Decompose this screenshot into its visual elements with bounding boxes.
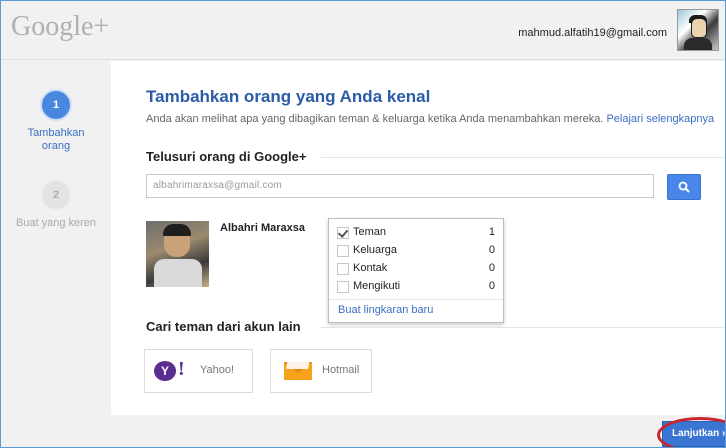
page-title: Tambahkan orang yang Anda kenal	[146, 87, 431, 106]
circle-count: 0	[488, 280, 495, 292]
main-card: Tambahkan orang yang Anda kenal Anda aka…	[111, 61, 725, 415]
circle-option-keluarga[interactable]: Keluarga 0	[337, 243, 497, 259]
circle-option-teman[interactable]: Teman 1	[337, 225, 497, 241]
person-photo[interactable]	[146, 221, 209, 287]
person-name[interactable]: Albahri Maraxsa	[220, 222, 305, 234]
other-accounts-heading: Cari teman dari akun lain	[146, 319, 301, 334]
step-label: Tambahkan orang	[27, 127, 85, 152]
circle-count: 0	[488, 262, 495, 274]
section-divider	[321, 327, 725, 328]
learn-more-link[interactable]: Pelajari selengkapnya	[606, 113, 714, 125]
google-plus-logo[interactable]: Google+	[11, 11, 109, 43]
checkbox-checked[interactable]	[337, 227, 349, 239]
step-label: Buat yang keren	[15, 217, 97, 229]
new-circle-link[interactable]: Buat lingkaran baru	[338, 304, 433, 316]
photo-shoulders	[154, 259, 202, 287]
yahoo-icon: Y !	[154, 358, 188, 381]
circle-count: 0	[488, 244, 495, 256]
circle-label: Keluarga	[353, 244, 398, 256]
circle-option-kontak[interactable]: Kontak 0	[337, 261, 497, 277]
checkbox[interactable]	[337, 281, 349, 293]
circles-dropdown: Teman 1 Keluarga 0 Kontak 0 Mengikuti 0 …	[328, 218, 504, 323]
photo-hair	[163, 224, 191, 236]
search-heading: Telusuri orang di Google+	[146, 149, 307, 164]
wizard-steps: 1 Tambahkan orang 2 Buat yang keren	[1, 61, 111, 447]
search-input-value: albahrimaraxsa@gmail.com	[153, 180, 282, 191]
yahoo-label: Yahoo!	[200, 364, 235, 376]
step-make-cool[interactable]: 2 Buat yang keren	[1, 179, 111, 230]
checkbox[interactable]	[337, 263, 349, 275]
search-icon	[678, 181, 690, 193]
page-subtitle: Anda akan melihat apa yang dibagikan tem…	[146, 113, 714, 125]
circle-label: Teman	[353, 226, 387, 238]
checkbox[interactable]	[337, 245, 349, 257]
search-button[interactable]	[667, 174, 701, 200]
hotmail-button[interactable]: Hotmail	[270, 349, 372, 393]
top-bar: Google+ mahmud.alfatih19@gmail.com	[1, 1, 725, 60]
avatar-face	[691, 18, 707, 38]
step-number: 1	[40, 89, 72, 121]
envelope-icon	[284, 362, 312, 380]
circle-option-mengikuti[interactable]: Mengikuti 0	[337, 279, 497, 295]
yahoo-button[interactable]: Y ! Yahoo!	[144, 349, 253, 393]
yahoo-logo-letter: Y	[154, 361, 176, 381]
step-add-people[interactable]: 1 Tambahkan orang	[1, 89, 111, 153]
yahoo-exclamation: !	[178, 358, 185, 380]
section-divider	[321, 157, 725, 158]
circle-label: Kontak	[353, 262, 388, 274]
account-email[interactable]: mahmud.alfatih19@gmail.com	[518, 27, 667, 39]
avatar-body	[684, 38, 712, 50]
circle-label: Mengikuti	[353, 280, 401, 292]
search-input[interactable]: albahrimaraxsa@gmail.com	[146, 174, 654, 198]
dropdown-divider	[329, 299, 503, 300]
hotmail-label: Hotmail	[322, 364, 360, 376]
subtitle-text: Anda akan melihat apa yang dibagikan tem…	[146, 113, 604, 125]
app-window: Google+ mahmud.alfatih19@gmail.com 1 Tam…	[0, 0, 726, 448]
avatar[interactable]	[677, 9, 719, 51]
circle-count: 1	[488, 226, 495, 238]
step-number: 2	[40, 179, 72, 211]
